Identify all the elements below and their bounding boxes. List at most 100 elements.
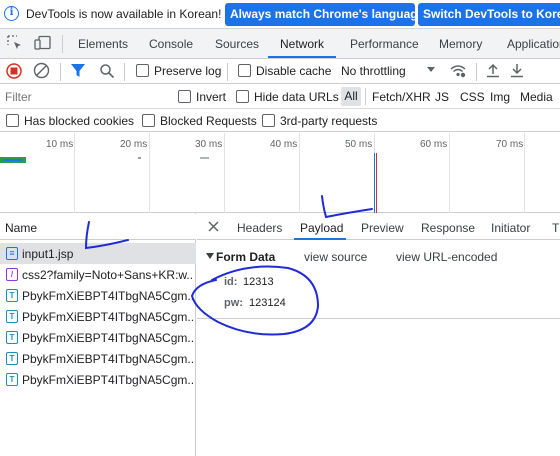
blocked-requests-label: Blocked Requests	[160, 114, 257, 128]
font-icon: T	[6, 331, 18, 344]
collapse-triangle-icon[interactable]	[206, 253, 214, 260]
type-filter-media[interactable]: Media	[520, 90, 553, 104]
type-filter-img[interactable]: Img	[490, 90, 510, 104]
name-column-header-label: Name	[5, 221, 38, 235]
tab-timing[interactable]: T	[552, 221, 559, 235]
request-row[interactable]: T PbykFmXiEBPT4ITbgNA5Cgm...	[0, 369, 196, 390]
font-icon: T	[6, 373, 18, 386]
view-url-encoded-link[interactable]: view URL-encoded	[396, 250, 497, 264]
request-row[interactable]: T PbykFmXiEBPT4ITbgNA5Cgm...	[0, 306, 196, 327]
timeline-tick-label: 50 ms	[345, 139, 373, 150]
disable-cache-checkbox[interactable]	[238, 64, 251, 77]
type-filter-fetch-xhr[interactable]: Fetch/XHR	[372, 90, 431, 104]
third-party-requests-label: 3rd-party requests	[280, 114, 378, 128]
timeline-gridline	[224, 133, 225, 213]
inspect-element-icon[interactable]	[7, 35, 23, 51]
tab-headers[interactable]: Headers	[237, 221, 282, 235]
request-name: PbykFmXiEBPT4ITbgNA5Cgm...	[22, 331, 194, 345]
form-field-value: 123124	[249, 297, 286, 309]
tab-sources[interactable]: Sources	[215, 37, 259, 51]
timeline-request-bar	[200, 157, 209, 159]
preserve-log-label: Preserve log	[154, 64, 222, 78]
view-source-link[interactable]: view source	[304, 250, 367, 264]
switch-to-korean-button[interactable]: Switch DevTools to Korean	[418, 3, 560, 26]
timeline-gridline	[524, 133, 525, 213]
font-icon: T	[6, 352, 18, 365]
device-toolbar-icon[interactable]	[34, 35, 52, 51]
timeline-tick-label: 70 ms	[496, 139, 524, 150]
request-name: input1.jsp	[22, 247, 74, 261]
active-detail-tab-indicator	[294, 238, 346, 240]
invert-label: Invert	[196, 90, 227, 104]
request-row[interactable]: T PbykFmXiEBPT4ITbgNA5Cgm...	[0, 327, 196, 348]
throttling-select[interactable]: No throttling	[341, 64, 406, 78]
tab-console[interactable]: Console	[149, 37, 193, 51]
request-name: PbykFmXiEBPT4ITbgNA5Cgm...	[22, 352, 194, 366]
timeline-tick-label: 60 ms	[420, 139, 448, 150]
tab-preview[interactable]: Preview	[361, 221, 404, 235]
search-icon[interactable]	[99, 63, 115, 79]
export-har-icon[interactable]	[510, 62, 524, 78]
request-row[interactable]: T PbykFmXiEBPT4ITbgNA5Cgm...	[0, 348, 196, 369]
type-filter-js[interactable]: JS	[435, 90, 449, 104]
invert-checkbox[interactable]	[178, 90, 191, 103]
tab-network[interactable]: Network	[280, 37, 324, 51]
import-har-icon[interactable]	[486, 62, 500, 78]
record-icon[interactable]	[6, 63, 22, 79]
timeline-tick-label: 10 ms	[46, 139, 74, 150]
request-name: PbykFmXiEBPT4ITbgNA5Cgm...	[22, 310, 194, 324]
timeline-tick-label: 40 ms	[270, 139, 298, 150]
infobar-message: DevTools is now available in Korean!	[26, 7, 222, 21]
always-match-language-button[interactable]: Always match Chrome's language	[225, 3, 415, 26]
font-icon: T	[6, 310, 18, 323]
toolbar-divider	[62, 35, 63, 53]
has-blocked-cookies-label: Has blocked cookies	[24, 114, 135, 128]
request-row[interactable]: / css2?family=Noto+Sans+KR:w...	[0, 264, 196, 285]
active-tab-indicator	[268, 56, 336, 58]
tab-payload[interactable]: Payload	[300, 221, 343, 235]
timeline-gridline	[149, 133, 150, 213]
request-name: css2?family=Noto+Sans+KR:w...	[22, 268, 194, 282]
tab-response[interactable]: Response	[421, 221, 475, 235]
timeline-gridline	[449, 133, 450, 213]
chevron-down-icon[interactable]	[426, 66, 436, 74]
form-field-value: 12313	[243, 276, 274, 288]
filter-funnel-icon[interactable]	[70, 63, 86, 78]
tab-memory[interactable]: Memory	[439, 37, 482, 51]
tab-initiator[interactable]: Initiator	[491, 221, 530, 235]
stylesheet-icon: /	[6, 268, 18, 281]
timeline-request-bar	[4, 159, 22, 161]
form-data-title[interactable]: Form Data	[216, 250, 275, 264]
disable-cache-label: Disable cache	[256, 64, 332, 78]
load-event-marker	[376, 153, 377, 213]
toolbar-divider	[124, 63, 125, 81]
request-row[interactable]: T PbykFmXiEBPT4ITbgNA5Cgm...	[0, 285, 196, 306]
has-blocked-cookies-checkbox[interactable]	[6, 114, 19, 127]
form-field-key: id:	[224, 276, 238, 288]
request-name: PbykFmXiEBPT4ITbgNA5Cgm...	[22, 373, 194, 387]
close-icon[interactable]	[208, 221, 219, 232]
network-conditions-icon[interactable]	[449, 63, 467, 78]
preserve-log-checkbox[interactable]	[136, 64, 149, 77]
timeline-tick-label: 30 ms	[195, 139, 223, 150]
document-icon: ≡	[6, 247, 18, 260]
request-row-selected[interactable]: ≡ input1.jsp	[0, 243, 196, 264]
third-party-requests-checkbox[interactable]	[262, 114, 275, 127]
tab-application[interactable]: Application	[507, 37, 560, 51]
request-name: PbykFmXiEBPT4ITbgNA5Cgm...	[22, 289, 194, 303]
timeline-tick-label: 20 ms	[120, 139, 148, 150]
dom-content-loaded-marker	[374, 153, 375, 213]
timeline-gridline	[299, 133, 300, 213]
info-icon: i	[4, 6, 19, 21]
tab-performance[interactable]: Performance	[350, 37, 419, 51]
type-filter-css[interactable]: CSS	[460, 90, 485, 104]
blocked-requests-checkbox[interactable]	[142, 114, 155, 127]
clear-icon[interactable]	[33, 62, 50, 79]
filter-input[interactable]	[0, 87, 165, 107]
type-filter-all[interactable]: All	[341, 87, 361, 106]
tab-elements[interactable]: Elements	[78, 37, 128, 51]
hide-data-urls-checkbox[interactable]	[236, 90, 249, 103]
timeline-gridline	[74, 133, 75, 213]
timeline-request-bar	[138, 157, 141, 159]
font-icon: T	[6, 289, 18, 302]
